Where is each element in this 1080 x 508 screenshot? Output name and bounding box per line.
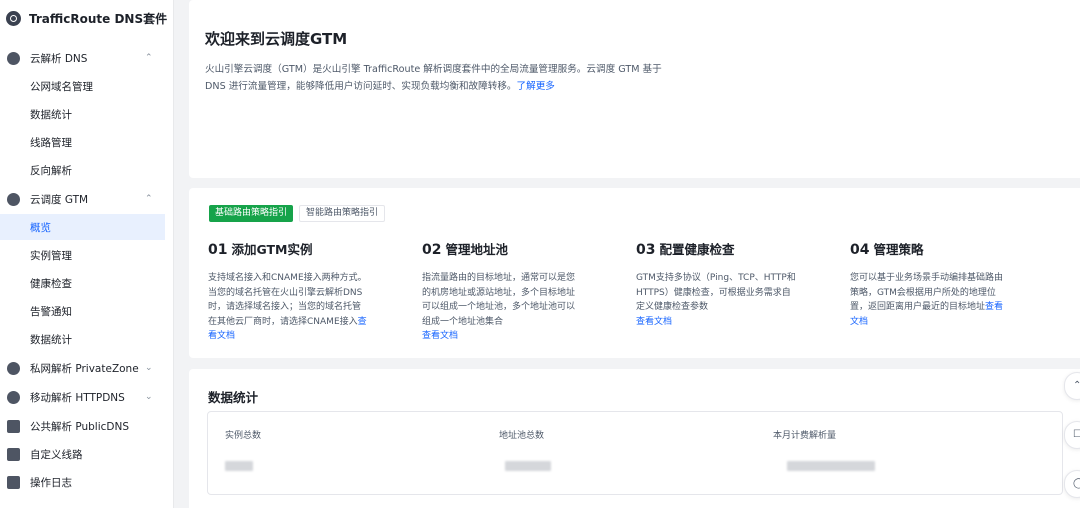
step-title: 04 管理策略 [850, 239, 1010, 259]
guide-step: 02 管理地址池 指流量路由的目标地址，通常可以是您的机房地址或源站地址，多个目标… [422, 239, 582, 344]
nav-item-line-management[interactable]: 线路管理 [0, 129, 165, 155]
nav-group-label: 移动解析 HTTPDNS [30, 391, 125, 404]
cloud-icon [7, 192, 20, 206]
stats-card: 实例总数 地址池总数 本月计费解析量 [207, 411, 1063, 495]
step-description: 支持域名接入和CNAME接入两种方式。当您的域名托管在火山引擎云解析DNS时，请… [208, 271, 368, 344]
nav-group-label: 私网解析 PrivateZone [30, 362, 139, 375]
step-description: 您可以基于业务场景手动编排基础路由策略，GTM会根据用户所处的地理位置，返回距离… [850, 271, 1010, 329]
dns-icon [7, 51, 20, 65]
nav-item-gtm-stats[interactable]: 数据统计 [0, 326, 165, 352]
guide-step: 03 配置健康检查 GTM支持多协议（Ping、TCP、HTTP和HTTPS）健康… [636, 239, 796, 329]
step-title: 03 配置健康检查 [636, 239, 796, 259]
help-icon: ◯ [1073, 478, 1080, 489]
tab-basic-routing[interactable]: 基础路由策略指引 [209, 205, 294, 222]
nav-item-custom-lines[interactable]: 自定义线路 [0, 440, 174, 468]
stat-monthly-queries: 本月计费解析量 [773, 428, 875, 471]
step-number: 01 [208, 242, 228, 258]
chevron-up-icon: ⌃ [145, 194, 153, 204]
guide-panel: 基础路由策略指引 智能路由策略指引 01 添加GTM实例 支持域名接入和CNAME… [189, 188, 1080, 358]
arrow-up-icon: ⌃ [1073, 380, 1080, 391]
page-title: 欢迎来到云调度GTM [205, 30, 348, 48]
welcome-description-text: 火山引擎云调度（GTM）是火山引擎 TrafficRoute 解析调度套件中的全… [205, 64, 662, 92]
nav-item-publicdns[interactable]: 公共解析 PublicDNS [0, 412, 174, 440]
brand-name: TrafficRoute DNS套件 [29, 11, 168, 26]
step-description: GTM支持多协议（Ping、TCP、HTTP和HTTPS）健康检查，可根据业务需… [636, 271, 796, 329]
step-title: 01 添加GTM实例 [208, 239, 368, 259]
stat-value-redacted [505, 461, 551, 471]
nav-group-label: 云解析 DNS [30, 52, 88, 65]
step-title-text: 管理策略 [873, 242, 924, 257]
step-title-text: 配置健康检查 [659, 242, 735, 257]
step-description-text: 您可以基于业务场景手动编排基础路由策略，GTM会根据用户所处的地理位置，返回距离… [850, 273, 1004, 312]
stats-panel: 数据统计 实例总数 地址池总数 本月计费解析量 [189, 369, 1080, 508]
nav-group-httpdns[interactable]: 移动解析 HTTPDNS ⌄ [0, 383, 174, 411]
nav-group-label: 云调度 GTM [30, 193, 89, 206]
step-title-text: 管理地址池 [445, 242, 508, 257]
step-description-text: GTM支持多协议（Ping、TCP、HTTP和HTTPS）健康检查，可根据业务需… [636, 273, 796, 312]
chevron-down-icon: ⌄ [145, 392, 153, 402]
stat-value-redacted [225, 461, 253, 471]
httpdns-icon [7, 390, 20, 404]
welcome-description: 火山引擎云调度（GTM）是火山引擎 TrafficRoute 解析调度套件中的全… [205, 61, 675, 95]
step-number: 03 [636, 242, 656, 258]
publicdns-icon [7, 419, 20, 433]
stat-address-pools: 地址池总数 [499, 428, 551, 471]
nav-item-operation-log[interactable]: 操作日志 [0, 468, 174, 496]
sidebar: TrafficRoute DNS套件 云解析 DNS ⌃ 公网域名管理 数据统计… [0, 0, 174, 508]
step-title: 02 管理地址池 [422, 239, 582, 259]
brand: TrafficRoute DNS套件 [6, 8, 167, 28]
nav-item-dns-stats[interactable]: 数据统计 [0, 101, 165, 127]
welcome-panel: 欢迎来到云调度GTM 火山引擎云调度（GTM）是火山引擎 TrafficRout… [189, 0, 1080, 178]
stat-label: 实例总数 [225, 431, 262, 441]
chevron-up-icon: ⌃ [145, 53, 153, 63]
stat-label: 地址池总数 [499, 431, 545, 441]
step-description: 指流量路由的目标地址，通常可以是您的机房地址或源站地址，多个目标地址可以组成一个… [422, 271, 582, 344]
log-icon [7, 475, 20, 489]
nav-item-health-check[interactable]: 健康检查 [0, 270, 165, 296]
guide-tabs: 基础路由策略指引 智能路由策略指引 [209, 205, 391, 222]
step-number: 02 [422, 242, 442, 258]
stat-instances: 实例总数 [225, 428, 261, 471]
nav-group-privatezone[interactable]: 私网解析 PrivateZone ⌄ [0, 354, 174, 382]
view-docs-link[interactable]: 查看文档 [636, 317, 672, 327]
nav-item-public-domains[interactable]: 公网域名管理 [0, 73, 165, 99]
nav-item-reverse-dns[interactable]: 反向解析 [0, 157, 165, 183]
nav-item-instances[interactable]: 实例管理 [0, 242, 165, 268]
step-number: 04 [850, 242, 870, 258]
nav-group-gtm[interactable]: 云调度 GTM ⌃ [0, 185, 174, 213]
view-docs-link[interactable]: 查看文档 [422, 331, 458, 341]
private-zone-icon [7, 361, 20, 375]
guide-step: 04 管理策略 您可以基于业务场景手动编排基础路由策略，GTM会根据用户所处的地理… [850, 239, 1010, 329]
nav-group-cloud-dns[interactable]: 云解析 DNS ⌃ [0, 44, 174, 72]
nav-item-alerts[interactable]: 告警通知 [0, 298, 165, 324]
nav-group-label: 操作日志 [30, 476, 72, 489]
guide-step: 01 添加GTM实例 支持域名接入和CNAME接入两种方式。当您的域名托管在火山引… [208, 239, 368, 344]
stat-value-redacted [787, 461, 875, 471]
stat-label: 本月计费解析量 [773, 431, 837, 441]
tab-smart-routing[interactable]: 智能路由策略指引 [299, 205, 386, 222]
nav-item-overview[interactable]: 概览 [0, 214, 165, 240]
learn-more-link[interactable]: 了解更多 [517, 81, 555, 92]
nav-group-label: 公共解析 PublicDNS [30, 420, 130, 433]
custom-lines-icon [7, 447, 20, 461]
step-description-text: 指流量路由的目标地址，通常可以是您的机房地址或源站地址，多个目标地址可以组成一个… [422, 273, 576, 327]
document-icon: ☐ [1073, 429, 1080, 440]
stats-title: 数据统计 [208, 390, 259, 405]
step-description-text: 支持域名接入和CNAME接入两种方式。当您的域名托管在火山引擎云解析DNS时，请… [208, 273, 367, 327]
brand-logo-icon [6, 10, 21, 26]
chevron-down-icon: ⌄ [145, 363, 153, 373]
step-title-text: 添加GTM实例 [231, 242, 313, 257]
nav-group-label: 自定义线路 [30, 448, 83, 461]
